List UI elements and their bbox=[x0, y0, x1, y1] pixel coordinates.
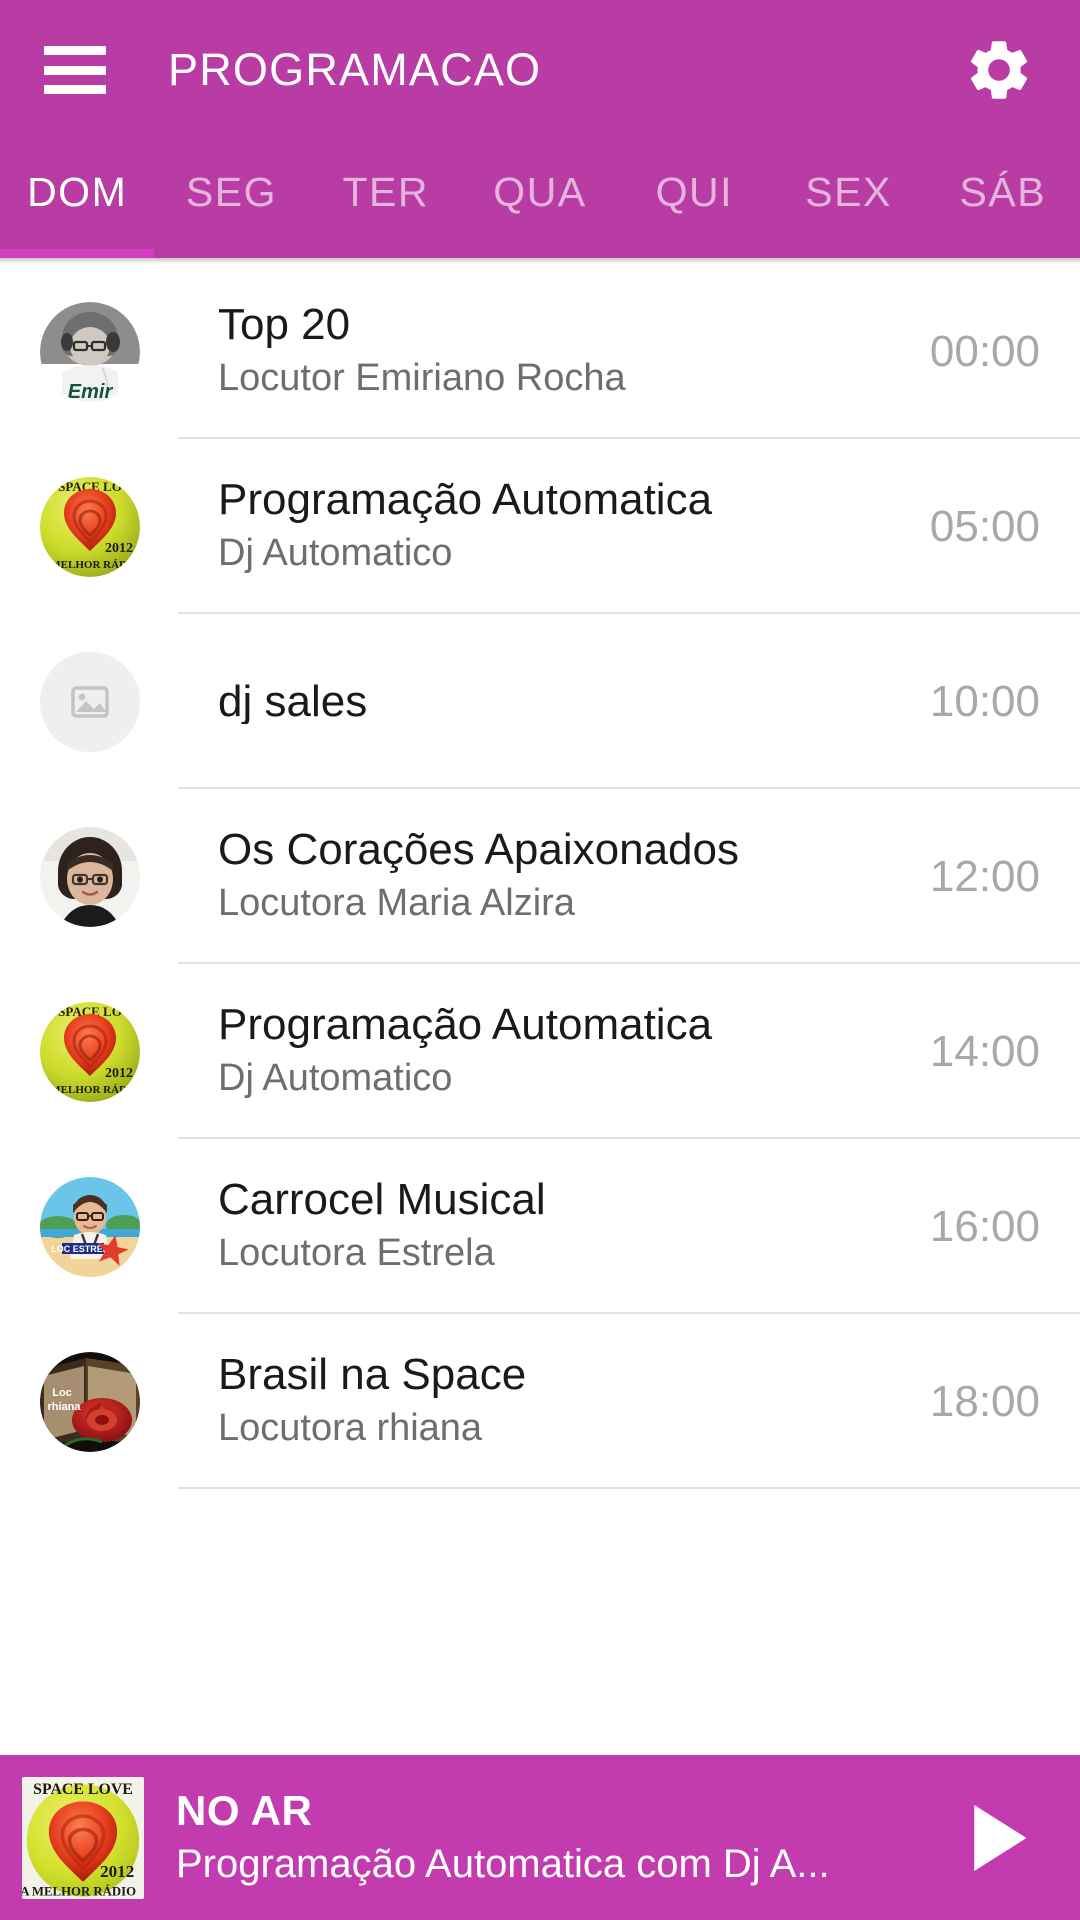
table-row[interactable]: SPACE LO 2012 A MELHOR RÁDIO Programação… bbox=[0, 439, 1080, 614]
program-host: Locutora Estrela bbox=[218, 1232, 495, 1275]
player-text-block: NO AR Programação Automatica com Dj A... bbox=[176, 1787, 944, 1887]
row-text-block: Programação Automatica Dj Automatico bbox=[218, 1000, 930, 1103]
svg-text:2012: 2012 bbox=[105, 541, 133, 556]
avatar bbox=[40, 651, 140, 752]
program-host: Dj Automatico bbox=[218, 532, 453, 575]
row-text-block: Programação Automatica Dj Automatico bbox=[218, 475, 930, 578]
row-divider bbox=[178, 1487, 1080, 1489]
svg-text:2012: 2012 bbox=[100, 1862, 134, 1881]
svg-text:Emir: Emir bbox=[68, 381, 114, 402]
program-title: Top 20 bbox=[218, 300, 351, 350]
schedule-list[interactable]: Emir Top 20 Locutor Emiriano Rocha 00:00 bbox=[0, 264, 1080, 1755]
status-badge: NO AR bbox=[176, 1787, 313, 1835]
program-host: Locutora Maria Alzira bbox=[218, 882, 575, 925]
row-text-block: Top 20 Locutor Emiriano Rocha bbox=[218, 300, 930, 403]
program-time: 10:00 bbox=[929, 676, 1040, 726]
hamburger-line bbox=[44, 46, 106, 55]
svg-text:A MELHOR RÁDIO: A MELHOR RÁDIO bbox=[40, 559, 140, 571]
gear-icon[interactable] bbox=[960, 31, 1038, 109]
play-icon[interactable] bbox=[944, 1783, 1054, 1893]
svg-text:A MELHOR RÁDIO: A MELHOR RÁDIO bbox=[40, 1084, 140, 1096]
day-tab-bar: DOM SEG TER QUA QUI SEX SÁB bbox=[0, 140, 1080, 258]
avatar: SPACE LO 2012 A MELHOR RÁDIO bbox=[40, 476, 140, 577]
page-title: PROGRAMACAO bbox=[168, 44, 542, 95]
svg-text:Loc: Loc bbox=[52, 1387, 72, 1399]
program-time: 12:00 bbox=[929, 851, 1040, 901]
avatar bbox=[40, 826, 140, 927]
mini-player-bar[interactable]: SPACE LOVE 2012 A MELHOR RÁDIO NO AR Pro… bbox=[0, 1755, 1080, 1920]
avatar: Emir bbox=[40, 301, 140, 402]
svg-text:rhiana: rhiana bbox=[47, 1401, 81, 1413]
table-row[interactable]: Loc rhiana Brasil na Space Locutora rhia… bbox=[0, 1314, 1080, 1489]
row-text-block: Carrocel Musical Locutora Estrela bbox=[218, 1175, 930, 1278]
avatar: Loc rhiana bbox=[40, 1351, 140, 1452]
program-title: dj sales bbox=[218, 679, 368, 724]
image-placeholder-icon bbox=[40, 651, 140, 752]
hamburger-line bbox=[44, 65, 106, 75]
table-row[interactable]: Os Corações Apaixonados Locutora Maria A… bbox=[0, 789, 1080, 964]
avatar: LOC ESTRELA bbox=[40, 1176, 140, 1277]
program-host: Dj Automatico bbox=[218, 1057, 453, 1100]
row-text-block: dj sales bbox=[218, 680, 930, 724]
program-title: Programação Automatica bbox=[218, 1000, 713, 1050]
svg-text:SPACE LOVE: SPACE LOVE bbox=[33, 1781, 133, 1798]
program-host: Locutora rhiana bbox=[218, 1407, 483, 1450]
program-time: 00:00 bbox=[929, 326, 1040, 376]
program-time: 16:00 bbox=[929, 1201, 1040, 1251]
svg-text:2012: 2012 bbox=[105, 1066, 133, 1081]
program-time: 18:00 bbox=[929, 1376, 1040, 1426]
hamburger-line bbox=[44, 85, 106, 94]
tab-ter[interactable]: TER bbox=[309, 169, 463, 258]
table-row[interactable]: LOC ESTRELA Carrocel Musical Locutora Es… bbox=[0, 1139, 1080, 1314]
tab-sex[interactable]: SEX bbox=[771, 169, 925, 258]
program-host: Locutor Emiriano Rocha bbox=[218, 357, 626, 400]
app-root: PROGRAMACAO DOM SEG TER QUA QUI SEX SÁB bbox=[0, 0, 1080, 1920]
table-row[interactable]: Emir Top 20 Locutor Emiriano Rocha 00:00 bbox=[0, 264, 1080, 439]
tab-dom[interactable]: DOM bbox=[0, 169, 154, 258]
tab-sab[interactable]: SÁB bbox=[926, 169, 1080, 258]
table-row[interactable]: SPACE LO 2012 A MELHOR RÁDIO Programação… bbox=[0, 964, 1080, 1139]
program-title: Os Corações Apaixonados bbox=[218, 825, 739, 875]
avatar: SPACE LO 2012 A MELHOR RÁDIO bbox=[40, 1001, 140, 1102]
app-bar: PROGRAMACAO bbox=[0, 0, 1080, 140]
hamburger-menu-icon[interactable] bbox=[44, 46, 106, 94]
program-time: 14:00 bbox=[929, 1026, 1040, 1076]
player-artwork: SPACE LOVE 2012 A MELHOR RÁDIO bbox=[22, 1776, 144, 1899]
svg-text:A MELHOR RÁDIO: A MELHOR RÁDIO bbox=[22, 1884, 136, 1898]
row-text-block: Os Corações Apaixonados Locutora Maria A… bbox=[218, 825, 930, 928]
now-playing-text: Programação Automatica com Dj A... bbox=[176, 1841, 830, 1886]
tabbar-shadow bbox=[0, 258, 1080, 264]
program-title: Carrocel Musical bbox=[218, 1175, 546, 1225]
tab-seg[interactable]: SEG bbox=[154, 169, 308, 258]
tab-active-indicator bbox=[0, 249, 154, 258]
program-title: Programação Automatica bbox=[218, 475, 713, 525]
row-text-block: Brasil na Space Locutora rhiana bbox=[218, 1350, 930, 1453]
tab-qui[interactable]: QUI bbox=[617, 169, 771, 258]
program-title: Brasil na Space bbox=[218, 1350, 527, 1400]
table-row[interactable]: dj sales 10:00 bbox=[0, 614, 1080, 789]
tab-qua[interactable]: QUA bbox=[463, 169, 617, 258]
program-time: 05:00 bbox=[929, 501, 1040, 551]
